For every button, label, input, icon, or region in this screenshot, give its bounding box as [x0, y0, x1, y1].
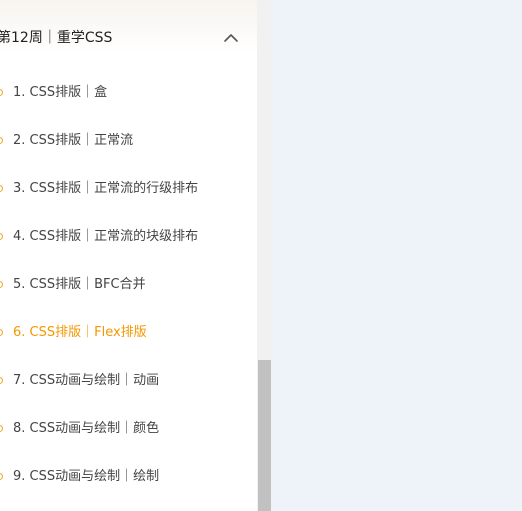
lesson-label: 8. CSS动画与绘制｜颜色 — [13, 421, 160, 436]
lesson-item[interactable]: 7. CSS动画与绘制｜动画 — [0, 369, 257, 393]
lesson-label: 1. CSS排版｜盒 — [13, 85, 108, 100]
content-pane — [271, 0, 522, 511]
lesson-label: 5. CSS排版｜BFC合并 — [13, 277, 146, 292]
progress-dot-icon — [0, 233, 3, 240]
lesson-label: 6. CSS排版｜Flex排版 — [13, 325, 147, 340]
lesson-label: 7. CSS动画与绘制｜动画 — [13, 373, 160, 388]
progress-dot-icon — [0, 329, 3, 336]
lesson-label: 2. CSS排版｜正常流 — [13, 133, 134, 148]
lesson-label: 4. CSS排版｜正常流的块级排布 — [13, 229, 199, 244]
lesson-item[interactable]: 3. CSS排版｜正常流的行级排布 — [0, 177, 257, 201]
lesson-label: 3. CSS排版｜正常流的行级排布 — [13, 181, 199, 196]
lesson-item[interactable]: 1. CSS排版｜盒 — [0, 81, 257, 105]
progress-dot-icon — [0, 185, 3, 192]
course-sidebar: 第12周｜重学CSS 1. CSS排版｜盒 2. CSS排版｜正常流 3. CS… — [0, 0, 257, 511]
progress-dot-icon — [0, 425, 3, 432]
progress-dot-icon — [0, 377, 3, 384]
lesson-item[interactable]: 4. CSS排版｜正常流的块级排布 — [0, 225, 257, 249]
section-header[interactable]: 第12周｜重学CSS — [0, 0, 257, 72]
lesson-item[interactable]: 8. CSS动画与绘制｜颜色 — [0, 417, 257, 441]
progress-dot-icon — [0, 89, 3, 96]
section-title: 第12周｜重学CSS — [0, 30, 113, 46]
progress-dot-icon — [0, 281, 3, 288]
progress-dot-icon — [0, 473, 3, 480]
lesson-label: 9. CSS动画与绘制｜绘制 — [13, 469, 160, 484]
scrollbar-thumb[interactable] — [258, 360, 271, 511]
lesson-item-active[interactable]: 6. CSS排版｜Flex排版 — [0, 321, 257, 345]
lesson-item[interactable]: 2. CSS排版｜正常流 — [0, 129, 257, 153]
chevron-up-icon[interactable] — [221, 29, 241, 47]
sidebar-scrollbar[interactable] — [257, 0, 271, 511]
progress-dot-icon — [0, 137, 3, 144]
lesson-item[interactable]: 5. CSS排版｜BFC合并 — [0, 273, 257, 297]
lesson-item[interactable]: 9. CSS动画与绘制｜绘制 — [0, 465, 257, 489]
